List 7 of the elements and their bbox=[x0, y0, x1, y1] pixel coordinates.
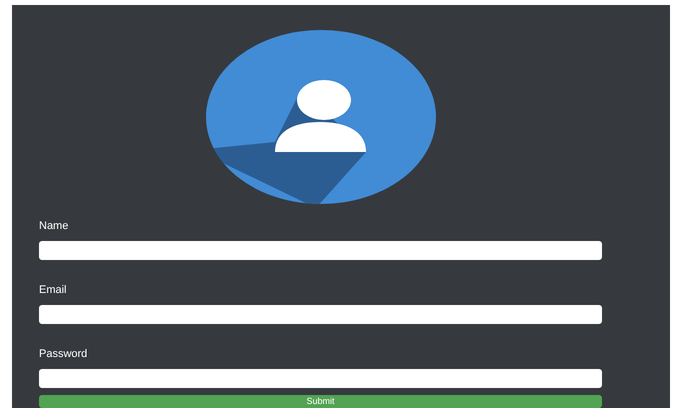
field-label: Name bbox=[39, 219, 70, 233]
input-field[interactable] bbox=[39, 305, 602, 324]
input-field[interactable] bbox=[39, 241, 602, 260]
submit-button[interactable]: Submit bbox=[39, 395, 602, 408]
field-label: Email bbox=[39, 283, 68, 297]
input-field[interactable] bbox=[39, 369, 602, 388]
field-label: Password bbox=[39, 347, 88, 361]
